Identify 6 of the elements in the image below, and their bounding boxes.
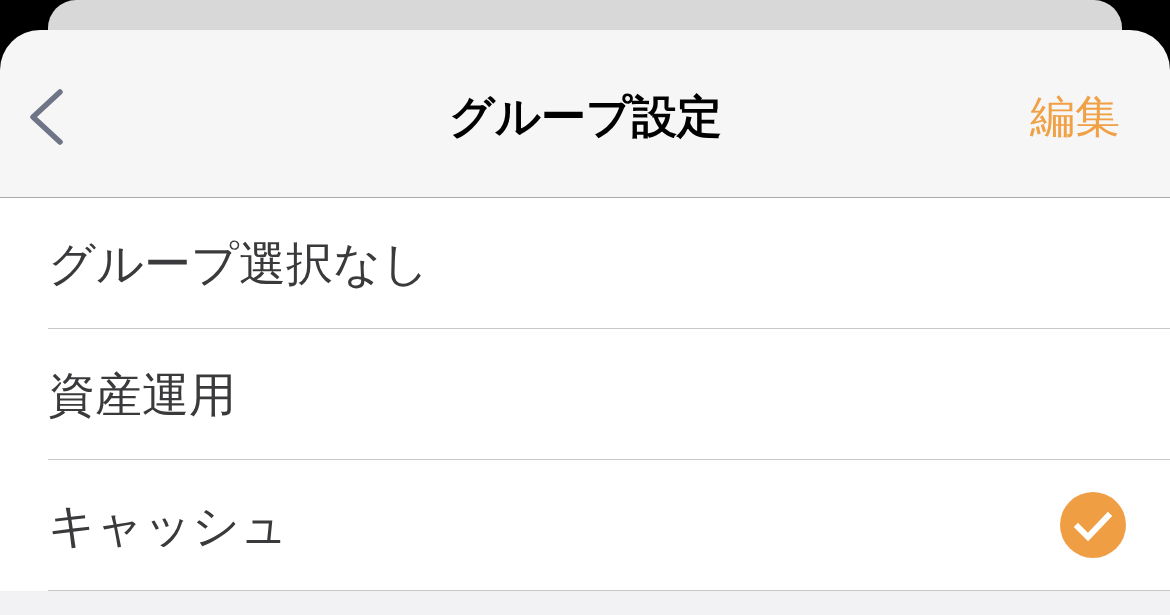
screen-title: グループ設定: [448, 94, 722, 139]
back-button[interactable]: [27, 87, 65, 146]
back-chevron-icon: [28, 88, 64, 145]
group-option[interactable]: グループ選択なし: [48, 239, 429, 287]
group-option[interactable]: 資産運用: [48, 370, 236, 418]
group-option[interactable]: キャッシュ: [48, 501, 288, 549]
